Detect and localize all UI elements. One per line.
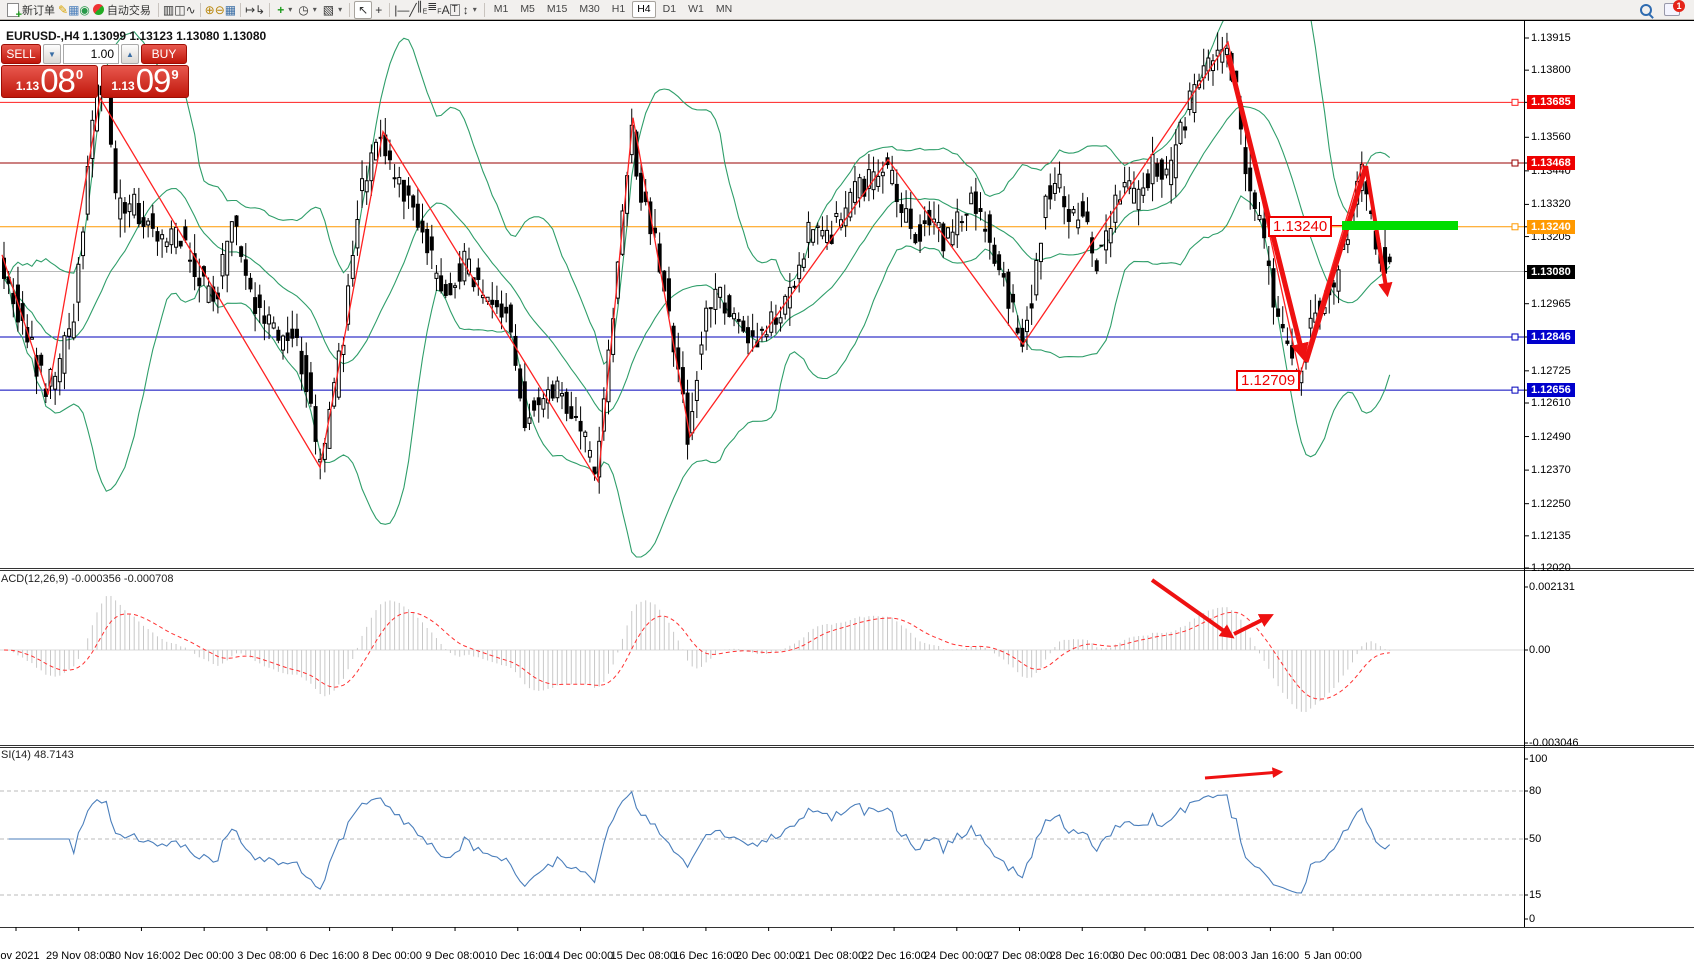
time-axis-label: 31 Dec 08:00	[1175, 950, 1240, 962]
buy-price-display[interactable]: 1.13 09 9	[101, 65, 189, 98]
buy-price-sup: 9	[171, 67, 178, 82]
volume-input[interactable]	[63, 44, 119, 64]
time-axis-label: 21 Dec 08:00	[799, 950, 864, 962]
toolbar-separator	[200, 3, 201, 17]
zoom-out-button[interactable]: ⊖	[215, 3, 225, 17]
tile-windows-button[interactable]: ▦	[225, 3, 236, 17]
time-axis-label: 2 Dec 00:00	[174, 950, 233, 962]
label-button[interactable]: T	[450, 4, 460, 16]
clock-icon: ◷	[298, 3, 308, 17]
volume-increase-button[interactable]: ▲	[121, 44, 139, 64]
time-axis-label: 8 Dec 00:00	[363, 950, 422, 962]
templates-button[interactable]: ▧▾	[320, 2, 345, 18]
volume-decrease-button[interactable]: ▼	[43, 44, 61, 64]
auto-trading-icon	[93, 4, 104, 15]
shapes-button[interactable]: ↕▾	[460, 2, 480, 18]
toolbar-separator	[240, 3, 241, 17]
crosshair-icon: +	[375, 3, 382, 17]
new-order-button[interactable]: + 新订单	[4, 2, 58, 18]
time-axis-label: 10 Dec 16:00	[485, 950, 550, 962]
sell-price-prefix: 1.13	[16, 79, 39, 93]
one-click-trading-panel: SELL ▼ ▲ BUY 1.13 08 0 1.13 09 9	[1, 44, 189, 98]
chart-window[interactable]: EURUSD-,H4 1.13099 1.13123 1.13080 1.130…	[0, 20, 1694, 946]
chat-icon[interactable]: 1	[1664, 3, 1680, 16]
time-axis-label: 22 Dec 16:00	[861, 950, 926, 962]
buy-button[interactable]: BUY	[141, 44, 187, 64]
add-indicator-icon: +	[277, 3, 284, 17]
time-axis-label: 3 Dec 08:00	[237, 950, 296, 962]
time-axis-label: Nov 2021	[0, 950, 40, 962]
buy-price-big: 09	[136, 66, 171, 96]
time-axis-label: 16 Dec 16:00	[673, 950, 738, 962]
price-chart[interactable]	[0, 20, 1694, 946]
template-icon: ▧	[323, 3, 334, 17]
zoom-in-button[interactable]: ⊕	[205, 3, 215, 17]
horizontal-line-button[interactable]: —	[397, 3, 409, 17]
auto-trading-label: 自动交易	[107, 2, 151, 18]
highlighter-icon[interactable]: ✎	[58, 3, 68, 17]
toolbar-separator	[269, 3, 270, 17]
time-axis-label: 14 Dec 00:00	[548, 950, 613, 962]
cursor-icon: ↖	[358, 3, 368, 17]
time-axis-label: 27 Dec 08:00	[987, 950, 1052, 962]
auto-scroll-button[interactable]: ↦	[245, 3, 255, 17]
bar-chart-button[interactable]: ▥	[163, 3, 174, 17]
toolbar-separator	[389, 3, 390, 17]
time-axis-label: 15 Dec 08:00	[610, 950, 675, 962]
candlestick-button[interactable]: ◫	[174, 3, 185, 17]
time-axis-label: 28 Dec 16:00	[1050, 950, 1115, 962]
sell-price-big: 08	[40, 66, 75, 96]
timeframe-m30-button[interactable]: M30	[574, 1, 604, 18]
time-axis-label: 24 Dec 00:00	[924, 950, 989, 962]
time-axis-label: 3 Jan 16:00	[1242, 950, 1300, 962]
timeframe-d1-button[interactable]: D1	[658, 1, 681, 18]
time-axis-label: 9 Dec 08:00	[425, 950, 484, 962]
timeframe-mn-button[interactable]: MN	[711, 1, 737, 18]
fibonacci-button[interactable]: ≣F	[427, 0, 441, 20]
crosshair-button[interactable]: +	[372, 2, 385, 18]
toolbar-separator	[158, 3, 159, 17]
timeframe-m15-button[interactable]: M15	[542, 1, 572, 18]
toolbar-separator	[349, 3, 350, 17]
market-depth-icon[interactable]: ▦	[68, 3, 79, 17]
new-order-label: 新订单	[22, 2, 55, 18]
timeframe-m1-button[interactable]: M1	[489, 1, 514, 18]
sell-price-display[interactable]: 1.13 08 0	[1, 65, 98, 98]
channel-button[interactable]: ∥E	[417, 0, 428, 20]
timeframe-m5-button[interactable]: M5	[515, 1, 540, 18]
time-axis-label: 20 Dec 00:00	[736, 950, 801, 962]
search-icon[interactable]	[1640, 4, 1652, 16]
new-order-icon: +	[7, 3, 19, 17]
main-toolbar: + 新订单 ✎ ▦ ◉ 自动交易 ▥ ◫ ∿ ⊕ ⊖ ▦ ↦ ↳ +▾ ◷▾ ▧…	[0, 0, 1694, 20]
time-axis-label: 30 Nov 16:00	[109, 950, 174, 962]
trendline-button[interactable]: ╱	[409, 3, 416, 17]
auto-trading-button[interactable]: 自动交易	[90, 2, 154, 18]
sell-button[interactable]: SELL	[1, 44, 41, 64]
cursor-button[interactable]: ↖	[354, 1, 372, 19]
chart-shift-button[interactable]: ↳	[255, 3, 265, 17]
toolbar-separator	[484, 3, 485, 17]
buy-price-prefix: 1.13	[111, 79, 134, 93]
time-axis-label: 29 Nov 08:00	[46, 950, 111, 962]
sell-price-sup: 0	[76, 67, 83, 82]
arrows-icon: ↕	[463, 3, 469, 17]
indicators-button[interactable]: +▾	[274, 2, 295, 18]
signals-icon[interactable]: ◉	[79, 3, 89, 17]
text-button[interactable]: A	[442, 3, 450, 17]
line-chart-button[interactable]: ∿	[186, 3, 196, 17]
notification-badge: 1	[1673, 0, 1685, 12]
timeframe-w1-button[interactable]: W1	[683, 1, 709, 18]
time-axis-label: 5 Jan 00:00	[1304, 950, 1362, 962]
timeframe-h1-button[interactable]: H1	[607, 1, 630, 18]
time-axis-label: 30 Dec 00:00	[1112, 950, 1177, 962]
timeframe-h4-button[interactable]: H4	[632, 1, 655, 18]
periods-button[interactable]: ◷▾	[295, 2, 320, 18]
time-axis-label: 6 Dec 16:00	[300, 950, 359, 962]
timeframe-toolbar: M1M5M15M30H1H4D1W1MN	[489, 1, 737, 18]
